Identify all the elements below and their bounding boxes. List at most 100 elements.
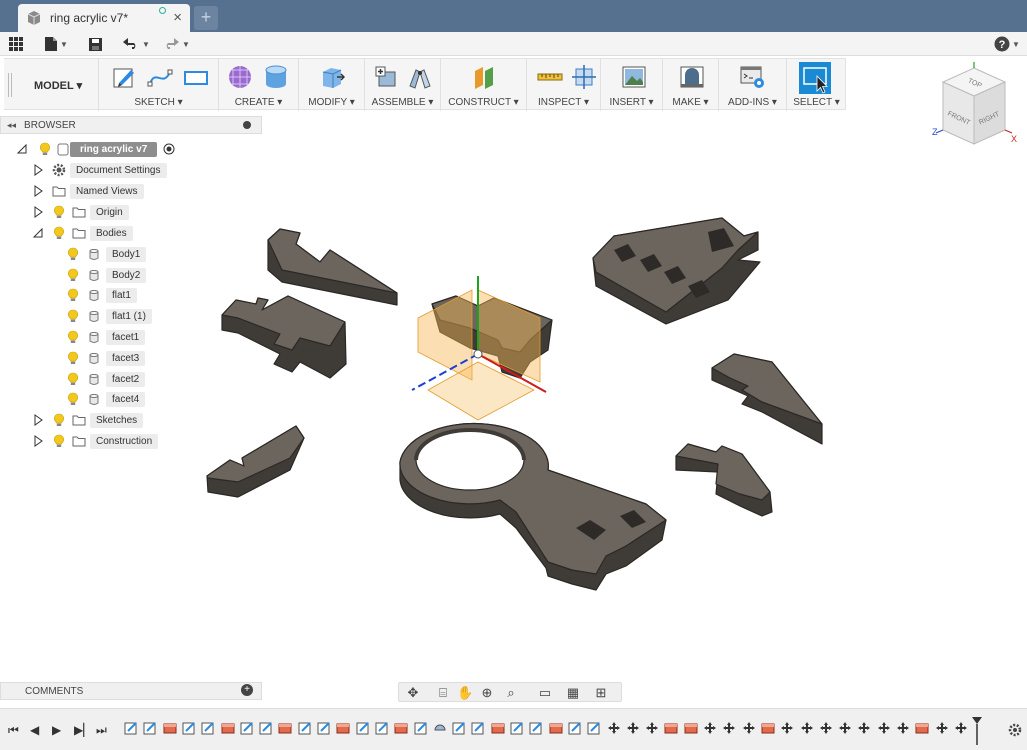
sketch-feature-icon[interactable]: [201, 721, 215, 735]
extrude-feature-icon[interactable]: [221, 721, 235, 735]
tree-label[interactable]: Body1: [106, 246, 147, 262]
move-feature-icon[interactable]: [626, 721, 640, 735]
bulb-icon[interactable]: [66, 309, 80, 323]
tree-label[interactable]: Named Views: [70, 183, 144, 199]
acrylic-piece-hook-left[interactable]: [206, 425, 305, 498]
sketch-feature-icon[interactable]: [298, 721, 312, 735]
insert-image-icon[interactable]: [621, 64, 647, 90]
sketch-feature-icon[interactable]: [529, 721, 543, 735]
rectangle-icon[interactable]: [183, 64, 209, 90]
tree-label[interactable]: facet1: [106, 329, 146, 345]
sketch-menu[interactable]: SKETCH ▾: [99, 97, 218, 108]
expand-triangle-icon[interactable]: [32, 206, 44, 218]
move-feature-icon[interactable]: [819, 721, 833, 735]
inspect-menu[interactable]: INSPECT ▾: [527, 97, 600, 108]
add-comment-button[interactable]: +: [241, 684, 253, 696]
tree-item-facet4[interactable]: facet4: [66, 390, 146, 408]
tree-item-sketches[interactable]: Sketches: [32, 411, 144, 429]
workspace-switcher[interactable]: MODEL ▾: [34, 79, 82, 92]
create-menu[interactable]: CREATE ▾: [219, 97, 298, 108]
move-feature-icon[interactable]: [857, 721, 871, 735]
play-icon[interactable]: ▶: [52, 723, 61, 737]
sketch-feature-icon[interactable]: [124, 721, 138, 735]
bulb-icon[interactable]: [66, 330, 80, 344]
scripts-addins-icon[interactable]: [739, 64, 765, 90]
zoom-icon[interactable]: ⊕: [479, 685, 495, 701]
comments-panel[interactable]: COMMENTS +: [0, 682, 262, 700]
tree-root[interactable]: ring acrylic v7: [16, 140, 175, 158]
step-back-icon[interactable]: ◀: [30, 723, 39, 737]
body-feature-icon[interactable]: [433, 721, 447, 735]
tree-label[interactable]: Document Settings: [70, 162, 167, 178]
origin-planes[interactable]: [411, 276, 547, 421]
sketch-feature-icon[interactable]: [414, 721, 428, 735]
sketch-feature-icon[interactable]: [317, 721, 331, 735]
expand-triangle-icon[interactable]: [32, 164, 44, 176]
bulb-icon[interactable]: [66, 372, 80, 386]
viewport-icon[interactable]: ⊞: [593, 685, 609, 701]
step-forward-icon[interactable]: ▶▏: [74, 723, 92, 737]
tree-label[interactable]: Origin: [90, 204, 129, 220]
ribbon-grip[interactable]: [8, 73, 12, 97]
new-component-icon[interactable]: [373, 64, 399, 90]
tree-label[interactable]: facet2: [106, 371, 146, 387]
bulb-icon[interactable]: [66, 268, 80, 282]
bulb-icon[interactable]: [38, 142, 52, 156]
move-feature-icon[interactable]: [838, 721, 852, 735]
move-feature-icon[interactable]: [703, 721, 717, 735]
expand-triangle-icon[interactable]: [32, 227, 44, 239]
construct-menu[interactable]: CONSTRUCT ▾: [441, 97, 526, 108]
document-tab[interactable]: ring acrylic v7* ×: [18, 4, 190, 32]
extrude-feature-icon[interactable]: [915, 721, 929, 735]
bulb-icon[interactable]: [52, 413, 66, 427]
tree-label[interactable]: flat1: [106, 287, 137, 303]
tree-item-body2[interactable]: Body2: [66, 266, 147, 284]
press-pull-icon[interactable]: [319, 64, 345, 90]
tree-item-bodies[interactable]: Bodies: [32, 224, 133, 242]
orbit-icon[interactable]: ✥: [405, 685, 421, 701]
tree-item-facet1[interactable]: facet1: [66, 328, 146, 346]
bulb-icon[interactable]: [66, 392, 80, 406]
view-cube[interactable]: TOP FRONT RIGHT Z X: [928, 60, 1018, 150]
undo-button[interactable]: ▼: [122, 35, 150, 53]
bulb-icon[interactable]: [52, 226, 66, 240]
timeline-marker-icon[interactable]: [970, 715, 984, 745]
extrude-feature-icon[interactable]: [278, 721, 292, 735]
bulb-icon[interactable]: [66, 351, 80, 365]
tree-item-facet3[interactable]: facet3: [66, 349, 146, 367]
spline-icon[interactable]: [147, 64, 173, 90]
create-sketch-icon[interactable]: [111, 64, 137, 90]
addins-menu[interactable]: ADD-INS ▾: [719, 97, 786, 108]
sketch-feature-icon[interactable]: [510, 721, 524, 735]
acrylic-piece-triangle-top-right[interactable]: [592, 217, 761, 325]
extrude-feature-icon[interactable]: [549, 721, 563, 735]
extrude-feature-icon[interactable]: [491, 721, 505, 735]
extrude-feature-icon[interactable]: [761, 721, 775, 735]
select-icon[interactable]: [799, 62, 831, 94]
measure-icon[interactable]: [537, 64, 563, 90]
extrude-feature-icon[interactable]: [684, 721, 698, 735]
tree-item-named-views[interactable]: Named Views: [32, 182, 144, 200]
move-feature-icon[interactable]: [780, 721, 794, 735]
move-feature-icon[interactable]: [722, 721, 736, 735]
bulb-icon[interactable]: [66, 247, 80, 261]
sketch-feature-icon[interactable]: [568, 721, 582, 735]
tree-label[interactable]: Body2: [106, 267, 147, 283]
expand-triangle-icon[interactable]: [32, 185, 44, 197]
form-icon[interactable]: [227, 64, 253, 90]
sketch-feature-icon[interactable]: [259, 721, 273, 735]
sketch-feature-icon[interactable]: [143, 721, 157, 735]
pan-icon[interactable]: ✋: [457, 685, 473, 701]
new-tab-button[interactable]: +: [194, 6, 218, 30]
3d-print-icon[interactable]: [679, 64, 705, 90]
move-feature-icon[interactable]: [877, 721, 891, 735]
3d-viewport[interactable]: [180, 180, 900, 620]
insert-menu[interactable]: INSERT ▾: [601, 97, 662, 108]
tree-label[interactable]: Sketches: [90, 412, 144, 428]
tree-item-flat1[interactable]: flat1: [66, 286, 137, 304]
activate-radio-icon[interactable]: [163, 143, 175, 155]
make-menu[interactable]: MAKE ▾: [663, 97, 718, 108]
move-feature-icon[interactable]: [607, 721, 621, 735]
tree-item-document-settings[interactable]: Document Settings: [32, 161, 167, 179]
extrude-feature-icon[interactable]: [336, 721, 350, 735]
